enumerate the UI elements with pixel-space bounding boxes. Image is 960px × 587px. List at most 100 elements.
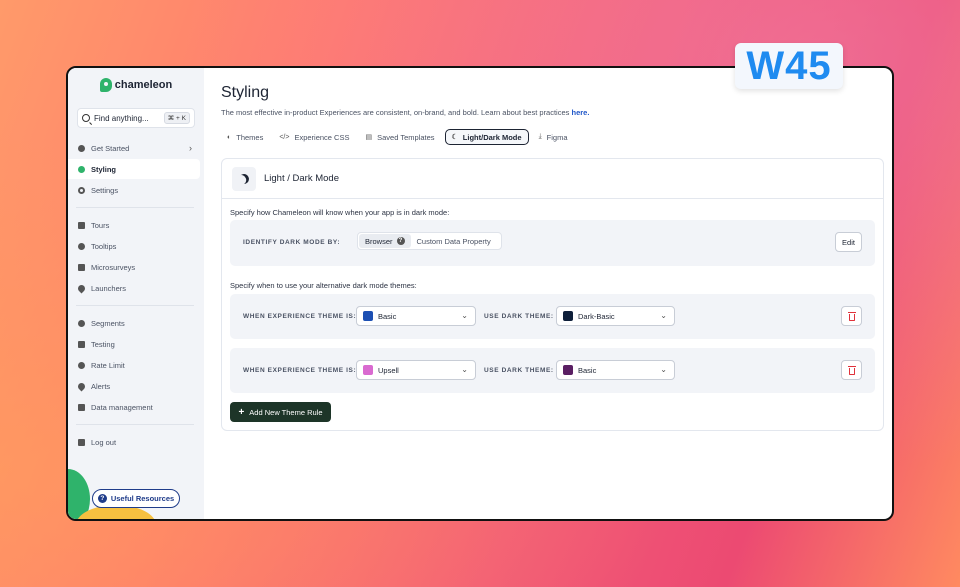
sidebar-item-tours[interactable]: Tours <box>68 215 200 235</box>
sidebar-nav: Get Started › Styling Settings Tours Tooltips… <box>68 138 204 452</box>
useful-resources-button[interactable]: ? Useful Resources <box>92 489 180 508</box>
sidebar-item-get-started[interactable]: Get Started › <box>68 138 200 158</box>
when-theme-label: WHEN EXPERIENCE THEME IS: <box>243 313 357 320</box>
users-icon <box>78 319 85 327</box>
dark-theme-swatch <box>563 311 573 321</box>
add-theme-rule-button[interactable]: + Add New Theme Rule <box>230 402 331 422</box>
sidebar-item-data-management[interactable]: Data management <box>68 397 200 417</box>
experience-theme-select[interactable]: Upsell ⌄ <box>356 360 476 380</box>
sidebar-item-label: Log out <box>91 437 117 447</box>
detect-intro: Specify how Chameleon will know when you… <box>230 208 450 217</box>
dark-theme-select[interactable]: Dark-Basic ⌄ <box>556 306 675 326</box>
sidebar-item-tooltips[interactable]: Tooltips <box>68 236 200 256</box>
card-header: Light / Dark Mode <box>222 159 883 199</box>
dark-theme-swatch <box>563 365 573 375</box>
experience-theme-value: Basic <box>378 311 397 321</box>
palette-icon <box>78 165 85 173</box>
sidebar-item-microsurveys[interactable]: Microsurveys <box>68 257 200 277</box>
moon-icon: ☾ <box>451 134 458 141</box>
use-dark-theme-label: USE DARK THEME: <box>484 313 554 320</box>
sidebar-item-label: Testing <box>91 339 115 349</box>
moon-icon-box <box>232 166 256 191</box>
tab-light-dark-mode[interactable]: ☾ Light/Dark Mode <box>444 129 529 145</box>
option-browser-label: Browser <box>365 236 393 246</box>
useful-resources-label: Useful Resources <box>110 494 175 503</box>
database-icon <box>78 403 85 411</box>
tab-saved-templates[interactable]: ▤ Saved Templates <box>359 129 440 145</box>
sidebar-item-launchers[interactable]: Launchers <box>68 278 200 298</box>
page-subtitle-text: The most effective in-product Experience… <box>221 108 570 117</box>
dark-theme-select[interactable]: Basic ⌄ <box>556 360 675 380</box>
sidebar-item-label: Tours <box>91 220 110 230</box>
gear-icon <box>78 186 85 194</box>
identify-label: IDENTIFY DARK MODE BY: <box>243 239 341 246</box>
chevron-down-icon: ⌄ <box>660 311 667 320</box>
sidebar-item-label: Tooltips <box>91 241 117 251</box>
sidebar-item-settings[interactable]: Settings <box>68 180 200 200</box>
search-icon <box>82 114 90 122</box>
sidebar-item-log-out[interactable]: Log out <box>68 432 200 452</box>
sidebar-item-alerts[interactable]: Alerts <box>68 376 200 396</box>
help-icon: ? <box>97 494 107 503</box>
theme-swatch <box>363 311 373 321</box>
main-content: Styling The most effective in-product Ex… <box>204 68 892 519</box>
clock-icon <box>78 361 85 369</box>
sidebar: chameleon Find anything... ⌘ + K Get Sta… <box>68 68 204 519</box>
tab-label: Figma <box>546 132 568 142</box>
sidebar-item-segments[interactable]: Segments <box>68 313 200 333</box>
sidebar-item-label: Styling <box>91 164 117 174</box>
edit-button[interactable]: Edit <box>835 232 862 252</box>
theme-rule-row: WHEN EXPERIENCE THEME IS: Upsell ⌄ USE D… <box>230 348 875 393</box>
sidebar-item-styling[interactable]: Styling <box>68 159 200 179</box>
experience-theme-value: Upsell <box>378 365 399 375</box>
sidebar-item-label: Settings <box>91 185 119 195</box>
code-icon: </> <box>279 133 290 141</box>
launcher-icon <box>76 283 87 293</box>
nav-divider <box>76 305 194 306</box>
app-window: chameleon Find anything... ⌘ + K Get Sta… <box>66 66 894 521</box>
best-practices-link[interactable]: here. <box>572 108 590 117</box>
sidebar-item-label: Segments <box>91 318 125 328</box>
nav-divider <box>76 207 194 208</box>
rules-intro: Specify when to use your alternative dar… <box>230 281 417 290</box>
tooltip-icon <box>78 242 85 250</box>
search-input[interactable]: Find anything... ⌘ + K <box>77 108 195 128</box>
tab-figma[interactable]: ⤓ Figma <box>533 129 574 145</box>
styling-tabs: ◐ Themes </> Experience CSS ▤ Saved Templates… <box>221 129 884 145</box>
sidebar-item-rate-limit[interactable]: Rate Limit <box>68 355 200 375</box>
chevron-down-icon: ⌄ <box>461 311 468 320</box>
delete-rule-button[interactable] <box>841 360 862 380</box>
chameleon-logo-icon <box>99 78 112 92</box>
tab-experience-css[interactable]: </> Experience CSS <box>273 129 355 145</box>
experience-theme-select[interactable]: Basic ⌄ <box>356 306 476 326</box>
brand-logo[interactable]: chameleon <box>68 76 204 94</box>
brand-name: chameleon <box>114 79 173 91</box>
light-dark-mode-card: Light / Dark Mode Specify how Chameleon … <box>221 158 884 431</box>
sidebar-item-label: Get Started <box>91 143 130 153</box>
use-dark-theme-label: USE DARK THEME: <box>484 367 554 374</box>
tab-label: Experience CSS <box>294 132 350 142</box>
chevron-right-icon: › <box>189 143 192 153</box>
sidebar-item-label: Microsurveys <box>91 262 136 272</box>
search-placeholder: Find anything... <box>94 113 149 123</box>
palette-icon: ◐ <box>227 133 232 141</box>
tab-themes[interactable]: ◐ Themes <box>221 129 269 145</box>
star-icon <box>78 263 85 271</box>
sidebar-item-testing[interactable]: Testing <box>68 334 200 354</box>
week-badge: W45 <box>735 43 843 89</box>
theme-swatch <box>363 365 373 375</box>
moon-icon <box>238 172 251 185</box>
info-icon[interactable]: ? <box>396 237 405 245</box>
card-title: Light / Dark Mode <box>264 173 339 184</box>
play-circle-icon <box>78 144 85 152</box>
option-custom-data-property[interactable]: Custom Data Property <box>411 234 497 248</box>
search-shortcut: ⌘ + K <box>163 112 190 124</box>
delete-rule-button[interactable] <box>841 306 862 326</box>
chevron-down-icon: ⌄ <box>461 365 468 374</box>
trash-icon <box>847 365 856 375</box>
chevron-down-icon: ⌄ <box>660 365 667 374</box>
sidebar-item-label: Rate Limit <box>91 360 125 370</box>
dark-mode-source-toggle: Browser ? Custom Data Property <box>357 232 502 250</box>
option-browser[interactable]: Browser ? <box>359 234 411 248</box>
theme-rule-row: WHEN EXPERIENCE THEME IS: Basic ⌄ USE DA… <box>230 294 875 339</box>
